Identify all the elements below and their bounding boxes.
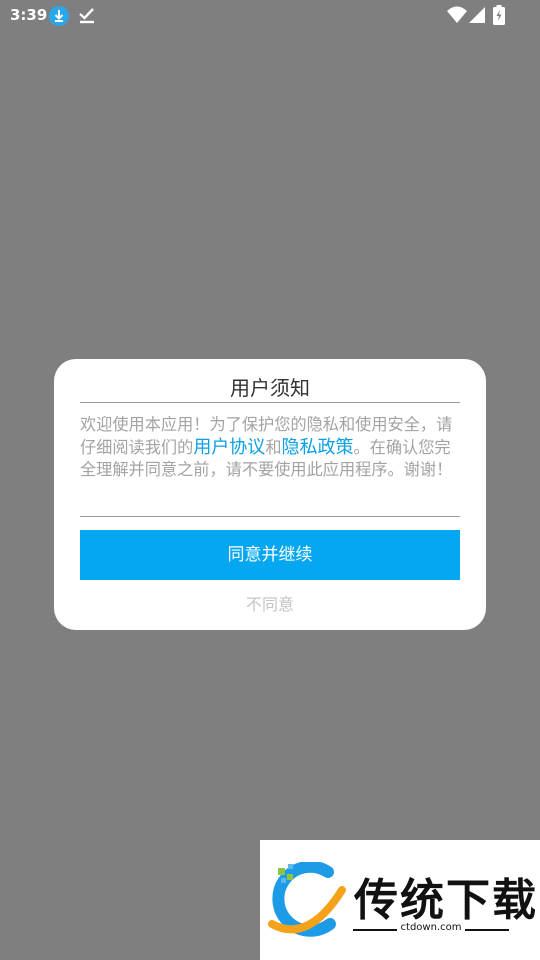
battery-icon [493, 5, 505, 29]
check-icon [78, 6, 96, 28]
watermark-logo-icon [268, 860, 348, 942]
body-text-2: 和 [265, 437, 282, 457]
body-divider [80, 516, 460, 517]
status-time: 3:39 [10, 6, 48, 24]
disagree-button[interactable]: 不同意 [80, 592, 460, 618]
dialog-body: 欢迎使用本应用！为了保护您的隐私和使用安全，请仔细阅读我们的用户协议和隐私政策。… [80, 414, 460, 482]
user-notice-dialog: 用户须知 欢迎使用本应用！为了保护您的隐私和使用安全，请仔细阅读我们的用户协议和… [54, 359, 486, 630]
watermark: 传统下载 ctdown.com [260, 840, 540, 960]
watermark-brand: 传统下载 [354, 875, 538, 926]
wifi-icon [447, 6, 467, 28]
user-agreement-link[interactable]: 用户协议 [193, 437, 265, 458]
status-bar: 3:39 [0, 0, 540, 32]
dialog-title: 用户须知 [230, 376, 310, 400]
download-icon [49, 6, 69, 30]
privacy-policy-link[interactable]: 隐私政策 [282, 437, 354, 458]
watermark-line-right [465, 929, 509, 931]
watermark-domain: ctdown.com [400, 922, 462, 933]
watermark-line-left [353, 929, 397, 931]
screen: 3:39 用户须知 欢迎使用本应用！为了保护您的隐私和使用安全，请仔细阅读我们的… [0, 0, 540, 960]
signal-icon [468, 6, 486, 28]
agree-continue-button[interactable]: 同意并继续 [80, 530, 460, 580]
title-divider [80, 402, 460, 403]
